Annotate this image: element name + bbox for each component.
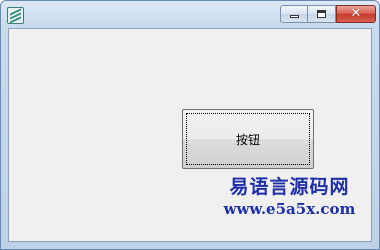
maximize-button[interactable] (308, 5, 336, 23)
watermark: 易语言源码网 www.e5a5x.com (212, 175, 367, 219)
watermark-url: www.e5a5x.com (223, 200, 356, 218)
title-bar[interactable]: ✕ (1, 1, 379, 28)
maximize-icon (317, 10, 326, 18)
minimize-icon (290, 15, 299, 18)
minimize-button[interactable] (280, 5, 308, 23)
close-icon: ✕ (350, 6, 362, 21)
close-button[interactable]: ✕ (336, 5, 376, 23)
push-button[interactable]: 按钮 (182, 109, 314, 169)
app-icon[interactable] (7, 7, 24, 24)
watermark-title: 易语言源码网 (229, 176, 350, 198)
push-button-label: 按钮 (235, 132, 260, 147)
